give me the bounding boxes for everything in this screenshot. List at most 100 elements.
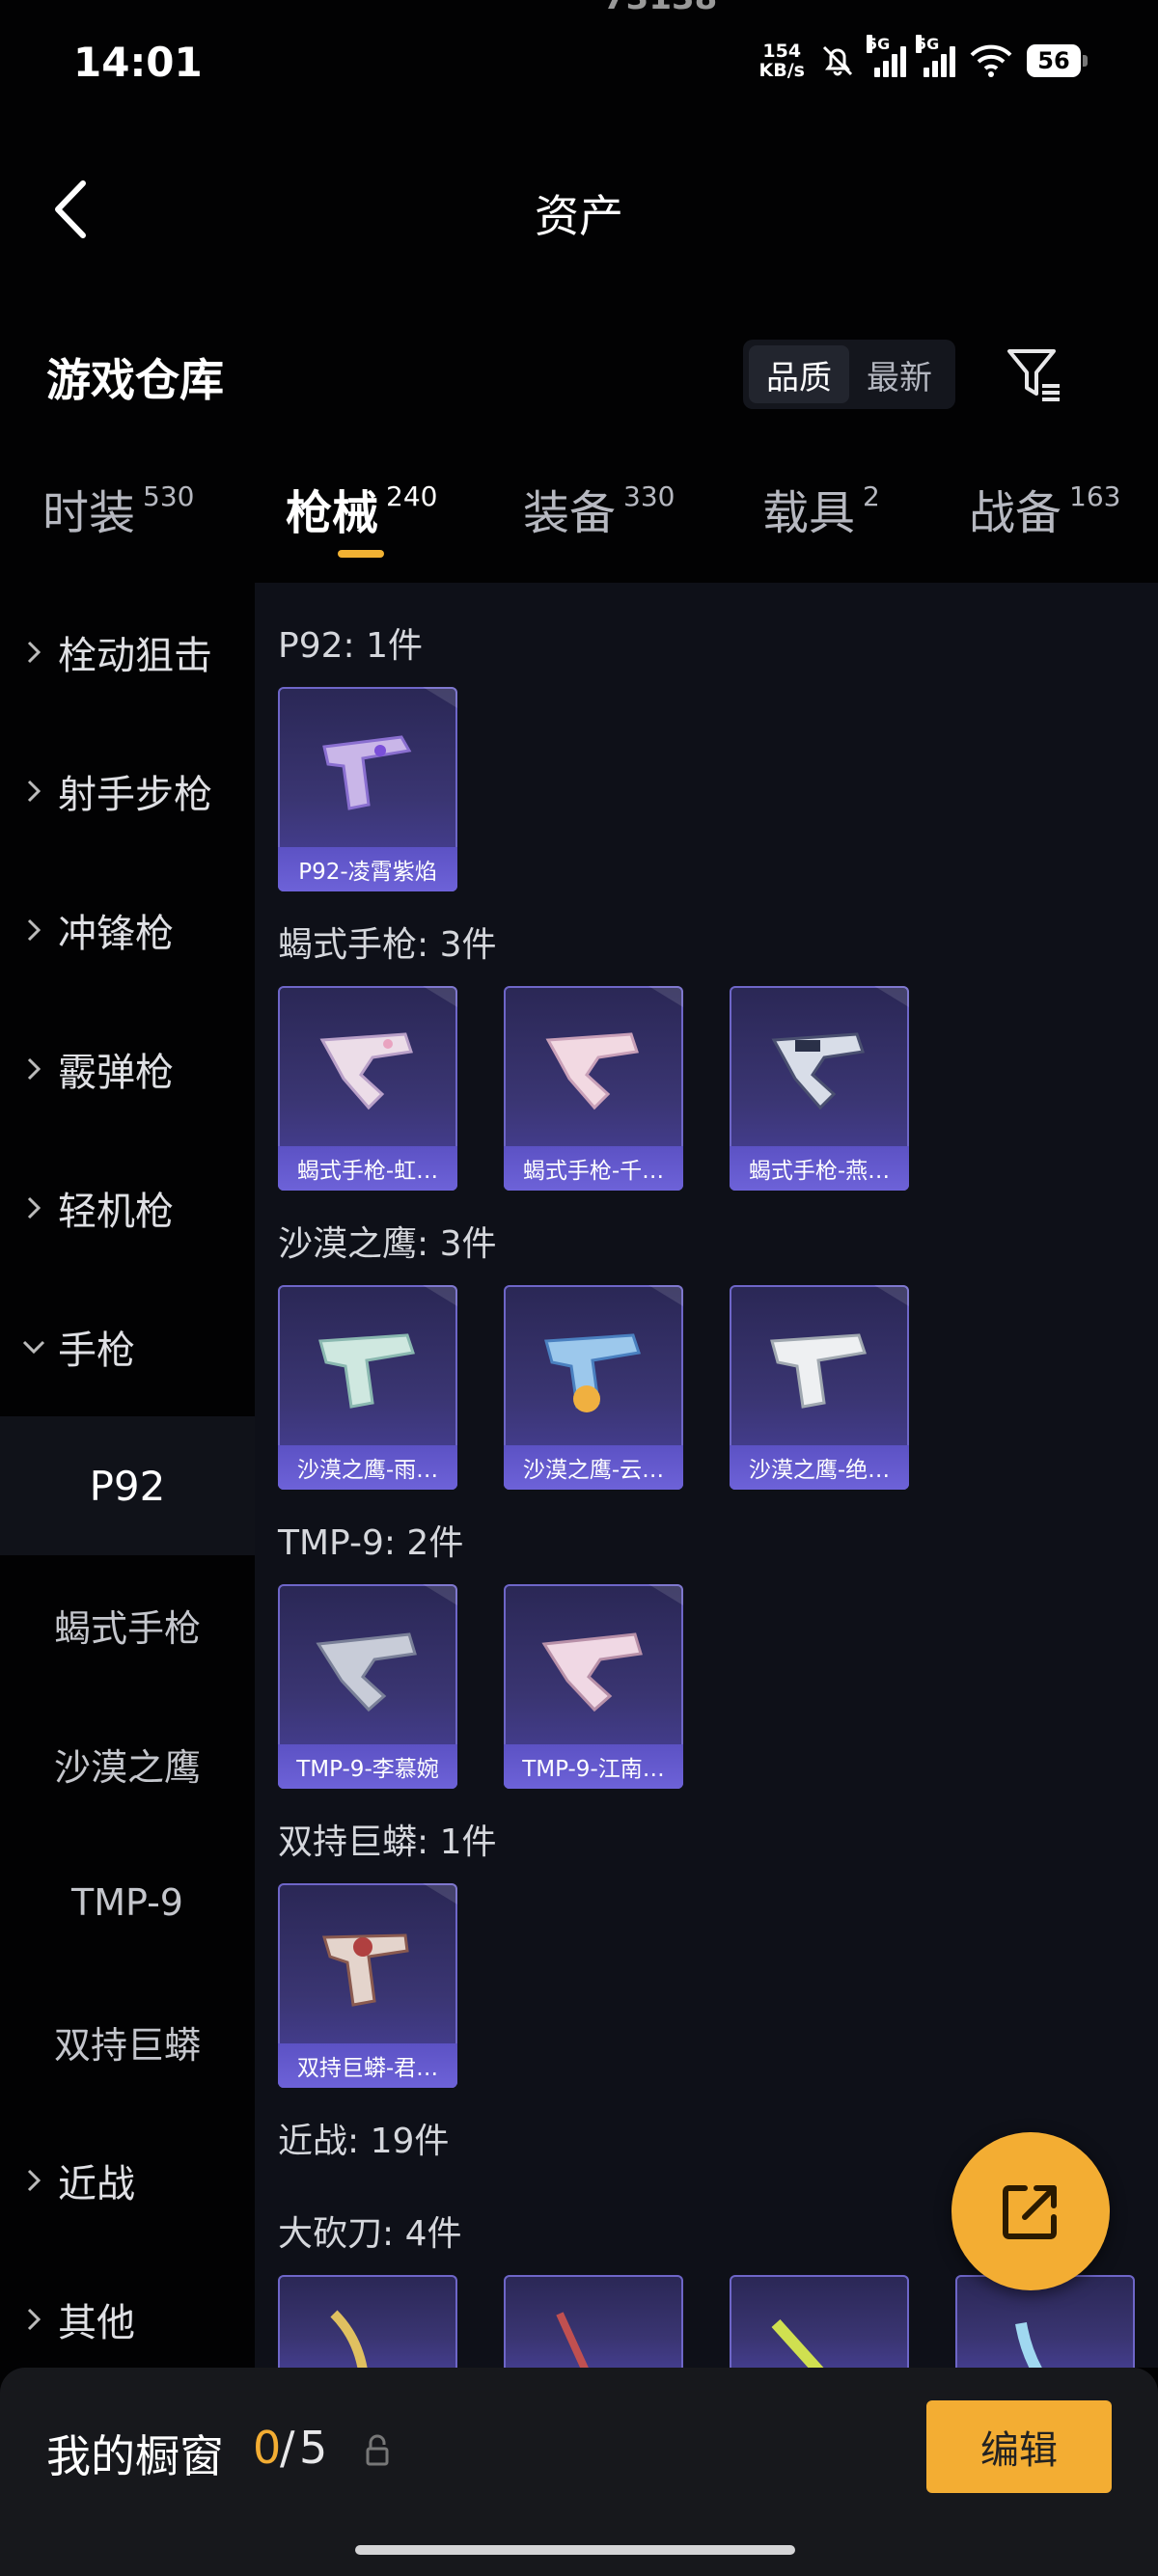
group-title: P92: 1件 xyxy=(278,626,423,666)
tab-count: 240 xyxy=(386,480,438,512)
home-indicator[interactable] xyxy=(355,2545,795,2555)
tab-gear[interactable]: 战备 163 xyxy=(969,475,1120,542)
sidebar-subitem-tmp9[interactable]: TMP-9 xyxy=(0,1833,255,1972)
tab-label: 时装 xyxy=(42,486,136,540)
tab-vehicles[interactable]: 载具 2 xyxy=(762,475,880,542)
sort-toggle[interactable]: 品质 最新 xyxy=(743,340,955,409)
item-card[interactable]: 双持巨蟒-君… xyxy=(278,1883,457,2088)
revolver-icon xyxy=(321,1933,409,2007)
section-title: 游戏仓库 xyxy=(46,354,224,406)
pistol-icon xyxy=(771,1032,865,1110)
item-name: 沙漠之鹰-绝… xyxy=(730,1445,909,1490)
sidebar-item-label: 近战 xyxy=(58,2162,135,2206)
smg-icon xyxy=(541,1632,643,1713)
item-card[interactable]: TMP-9-李慕婉 xyxy=(278,1584,457,1789)
sidebar-item-label: 其他 xyxy=(58,2301,135,2345)
sidebar-item-smg[interactable]: 冲锋枪 xyxy=(0,861,255,1000)
tab-guns[interactable]: 枪械 240 xyxy=(286,475,437,542)
filter-button[interactable] xyxy=(1004,343,1065,405)
group-title: 蝎式手枪: 3件 xyxy=(278,925,497,965)
signal-tag: 5G xyxy=(867,35,891,53)
showcase-total: 5 xyxy=(299,2422,328,2474)
showcase-label: 我的橱窗 xyxy=(46,2430,224,2482)
machete-icon xyxy=(556,2312,589,2368)
pistol-icon xyxy=(318,1333,415,1409)
chevron-right-icon xyxy=(17,918,50,943)
chevron-right-icon xyxy=(17,640,50,665)
item-card[interactable]: 蝎式手枪-燕… xyxy=(730,986,909,1191)
chevron-right-icon xyxy=(17,1056,50,1082)
item-card[interactable]: P92-凌霄紫焰 xyxy=(278,687,457,891)
wifi-icon xyxy=(970,44,1012,77)
status-icons: 154 KB/s 5G 5G 56 xyxy=(759,35,1088,85)
sidebar-item-pistol[interactable]: 手枪 xyxy=(0,1277,255,1416)
item-card[interactable]: 沙漠之鹰-绝… xyxy=(730,1285,909,1490)
signal-icon: 5G xyxy=(867,35,906,77)
mute-bell-icon xyxy=(822,45,853,76)
item-card[interactable]: 沙漠之鹰-雨… xyxy=(278,1285,457,1490)
item-name: 蝎式手枪-千… xyxy=(504,1146,683,1191)
tab-label: 装备 xyxy=(523,486,617,540)
showcase-separator: / xyxy=(280,2422,295,2474)
active-tab-indicator xyxy=(338,550,384,558)
item-name: P92-凌霄紫焰 xyxy=(278,847,457,891)
sidebar-item-label: 冲锋枪 xyxy=(58,912,174,956)
machete-icon xyxy=(1015,2321,1042,2368)
net-speed: 154 KB/s xyxy=(759,41,805,80)
sidebar-item-label: 射手步枪 xyxy=(58,773,212,817)
showcase-count: 0 xyxy=(253,2422,282,2474)
tab-count: 163 xyxy=(1069,480,1121,512)
chevron-right-icon xyxy=(17,2168,50,2193)
category-sidebar: 栓动狙击 射手步枪 冲锋枪 霰弹枪 轻机枪 手枪 P92 蝎式手枪 沙漠之鹰 T… xyxy=(0,583,255,2368)
sidebar-item-label: 轻机枪 xyxy=(58,1190,174,1234)
tab-count: 530 xyxy=(143,480,195,512)
group-title: 大砍刀: 4件 xyxy=(278,2214,462,2254)
sidebar-item-bolt-sniper[interactable]: 栓动狙击 xyxy=(0,583,255,722)
net-speed-value: 154 xyxy=(762,41,802,62)
sidebar-item-shotgun[interactable]: 霰弹枪 xyxy=(0,1000,255,1138)
machete-icon xyxy=(771,2318,824,2368)
sidebar-item-lmg[interactable]: 轻机枪 xyxy=(0,1138,255,1277)
item-card[interactable]: 蝎式手枪-虹… xyxy=(278,986,457,1191)
tab-fashion[interactable]: 时装 530 xyxy=(42,475,194,542)
pistol-icon xyxy=(319,1032,413,1110)
item-card[interactable] xyxy=(278,2275,457,2368)
machete-icon xyxy=(330,2310,368,2368)
item-card[interactable] xyxy=(504,2275,683,2368)
group-title: TMP-9: 2件 xyxy=(278,1523,464,1563)
sidebar-subitem-scorpion[interactable]: 蝎式手枪 xyxy=(0,1555,255,1694)
sidebar-item-label: 霰弹枪 xyxy=(58,1051,174,1095)
battery-icon: 56 xyxy=(1027,44,1088,77)
filter-icon xyxy=(1007,349,1060,401)
sidebar-subitem-desert-eagle[interactable]: 沙漠之鹰 xyxy=(0,1694,255,1833)
item-name: 蝎式手枪-虹… xyxy=(278,1146,457,1191)
chevron-right-icon xyxy=(17,779,50,804)
tab-equipment[interactable]: 装备 330 xyxy=(523,475,675,542)
tab-count: 2 xyxy=(863,480,880,512)
item-card[interactable]: TMP-9-江南… xyxy=(504,1584,683,1789)
sort-quality-option[interactable]: 品质 xyxy=(749,345,849,403)
chevron-down-icon xyxy=(17,1339,50,1355)
item-card[interactable] xyxy=(730,2275,909,2368)
sort-newest-option[interactable]: 最新 xyxy=(849,345,950,403)
item-card[interactable]: 蝎式手枪-千… xyxy=(504,986,683,1191)
pistol-icon xyxy=(322,735,412,810)
page-title: 资产 xyxy=(535,190,623,242)
tab-label: 载具 xyxy=(762,486,856,540)
smg-icon xyxy=(316,1632,417,1713)
item-name: TMP-9-李慕婉 xyxy=(278,1744,457,1789)
sidebar-item-marksman-rifle[interactable]: 射手步枪 xyxy=(0,722,255,861)
sidebar-subitem-p92[interactable]: P92 xyxy=(0,1416,255,1555)
item-card[interactable]: 沙漠之鹰-云… xyxy=(504,1285,683,1490)
group-title: 双持巨蟒: 1件 xyxy=(278,1822,497,1862)
item-name: 双持巨蟒-君… xyxy=(278,2043,457,2088)
item-name: 蝎式手枪-燕… xyxy=(730,1146,909,1191)
share-button[interactable] xyxy=(951,2132,1110,2290)
edit-button[interactable]: 编辑 xyxy=(926,2400,1112,2493)
pistol-icon xyxy=(544,1333,641,1412)
sidebar-subitem-dual-python[interactable]: 双持巨蟒 xyxy=(0,1972,255,2111)
sidebar-item-label: 栓动狙击 xyxy=(58,634,212,678)
sidebar-item-label: 手枪 xyxy=(58,1329,135,1373)
sidebar-item-melee[interactable]: 近战 xyxy=(0,2111,255,2250)
item-name: TMP-9-江南… xyxy=(504,1744,683,1789)
